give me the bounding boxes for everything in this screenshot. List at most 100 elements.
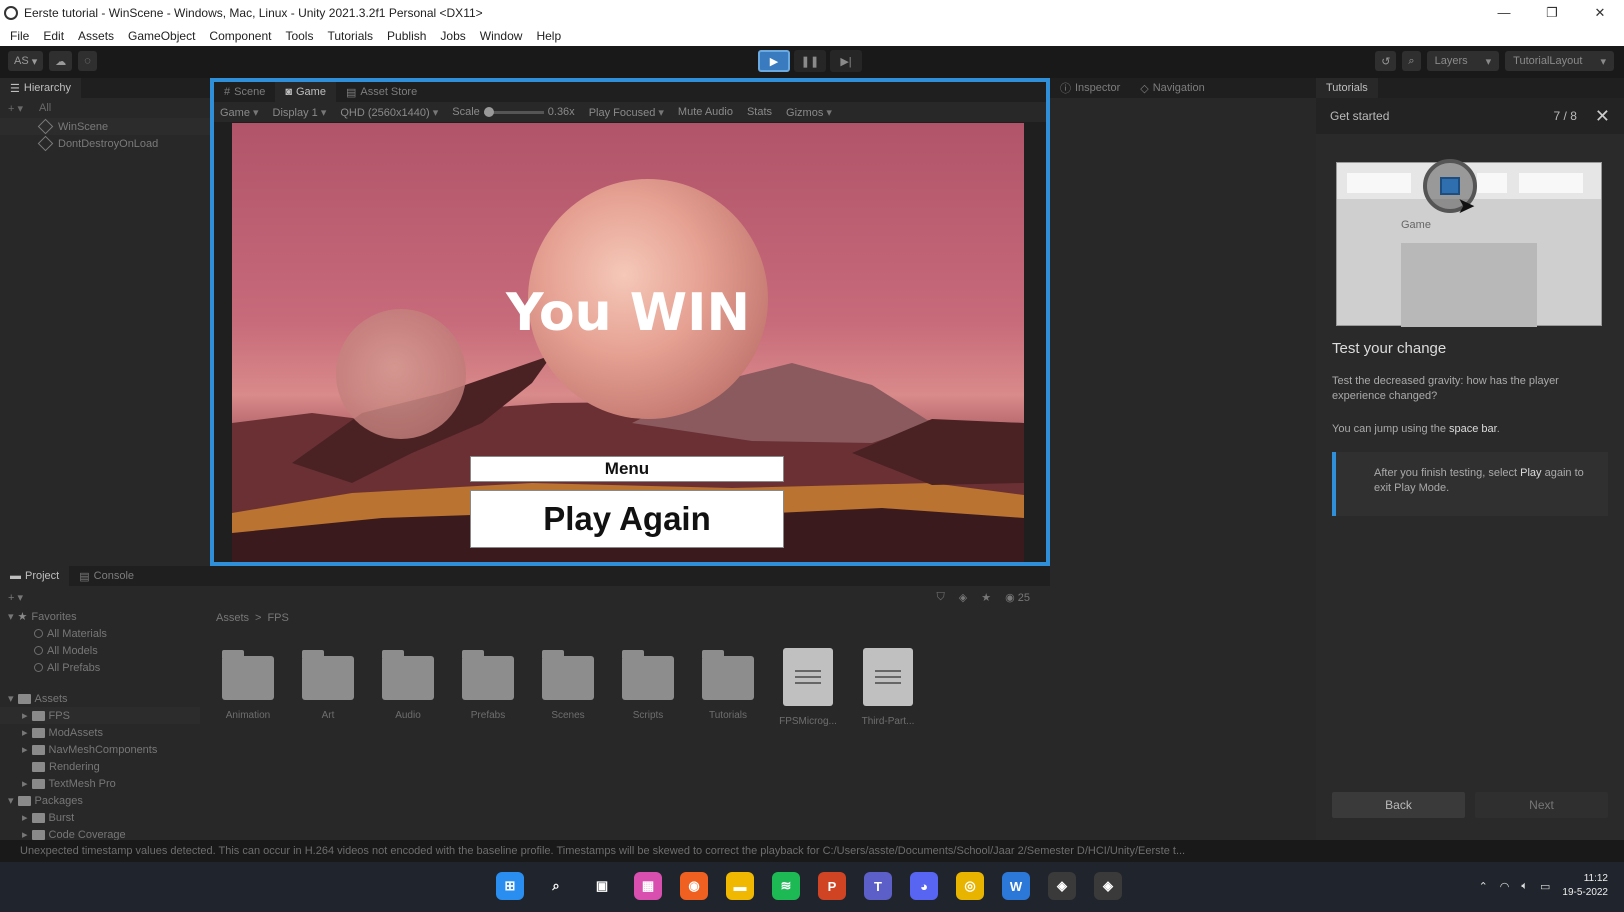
tab-game[interactable]: ◙ Game <box>275 82 336 102</box>
search-button[interactable]: ⌕ <box>1402 51 1421 71</box>
close-icon[interactable]: ✕ <box>1595 106 1610 127</box>
tab-inspector[interactable]: ⓘ Inspector <box>1050 78 1130 98</box>
asset-item[interactable]: Art <box>302 648 354 727</box>
asset-item[interactable]: Tutorials <box>702 648 754 727</box>
battery-icon[interactable]: ▭ <box>1540 880 1550 893</box>
tree-item[interactable]: ▸ Burst <box>0 809 200 826</box>
asset-item[interactable]: FPSMicrog... <box>779 648 837 727</box>
tree-item[interactable]: All Prefabs <box>0 659 200 676</box>
spotify-icon[interactable]: ≋ <box>772 872 800 900</box>
visibility-count[interactable]: ◉ 25 <box>1005 591 1030 604</box>
task-view-icon[interactable]: ▣ <box>588 872 616 900</box>
play-again-button[interactable]: Play Again <box>470 490 784 548</box>
hierarchy-item-dontdestroy[interactable]: DontDestroyOnLoad <box>0 135 210 152</box>
unity-hub-icon[interactable]: ◈ <box>1048 872 1076 900</box>
tree-item[interactable]: ▸ NavMeshComponents <box>0 741 200 758</box>
teams-icon[interactable]: T <box>864 872 892 900</box>
display-dropdown[interactable]: Display 1 <box>273 106 327 119</box>
breadcrumb-fps[interactable]: FPS <box>267 612 288 624</box>
tree-item[interactable]: All Materials <box>0 625 200 642</box>
wifi-icon[interactable]: ◠ <box>1500 880 1510 893</box>
scale-slider[interactable] <box>483 106 544 117</box>
menu-edit[interactable]: Edit <box>43 29 64 43</box>
restore-button[interactable]: ❐ <box>1528 0 1576 25</box>
asset-item[interactable]: Scripts <box>622 648 674 727</box>
tree-item[interactable]: All Models <box>0 642 200 659</box>
asset-item[interactable]: Third-Part... <box>862 648 914 727</box>
close-button[interactable]: ✕ <box>1576 0 1624 25</box>
tab-asset-store[interactable]: ▤ Asset Store <box>336 82 427 102</box>
menu-window[interactable]: Window <box>480 29 523 43</box>
menu-component[interactable]: Component <box>209 29 271 43</box>
layout-dropdown[interactable]: TutorialLayout ▾ <box>1505 51 1614 71</box>
menu-file[interactable]: File <box>10 29 29 43</box>
word-icon[interactable]: W <box>1002 872 1030 900</box>
unity-editor-icon[interactable]: ◈ <box>1094 872 1122 900</box>
mute-audio-toggle[interactable]: Mute Audio <box>678 106 733 118</box>
label-icon[interactable]: ◈ <box>959 591 967 604</box>
asset-item[interactable]: Prefabs <box>462 648 514 727</box>
cloud-button[interactable]: ☁ <box>49 51 73 71</box>
menu-tools[interactable]: Tools <box>285 29 313 43</box>
back-button[interactable]: Back <box>1332 792 1465 818</box>
tab-navigation[interactable]: ◇ Navigation <box>1130 78 1214 98</box>
tree-item[interactable]: ▸ FPS <box>0 707 200 724</box>
menu-button[interactable]: Menu <box>470 456 784 482</box>
layers-dropdown[interactable]: Layers ▾ <box>1426 51 1500 71</box>
tree-item[interactable]: ▸ ModAssets <box>0 724 200 741</box>
volume-icon[interactable]: 🔈︎ <box>1521 880 1528 893</box>
menu-gameobject[interactable]: GameObject <box>128 29 195 43</box>
minimize-button[interactable]: — <box>1480 0 1528 25</box>
collab-button[interactable]: ◌ <box>78 51 97 71</box>
discord-icon[interactable]: ◕ <box>910 872 938 900</box>
menu-help[interactable]: Help <box>536 29 561 43</box>
tree-item[interactable]: Rendering <box>0 758 200 775</box>
create-icon[interactable]: + ▾ <box>8 591 23 604</box>
add-icon[interactable]: + ▾ <box>8 102 23 115</box>
search-icon[interactable]: ⌕ <box>542 872 570 900</box>
tab-project[interactable]: ▬ Project <box>0 566 70 586</box>
menu-tutorials[interactable]: Tutorials <box>327 29 373 43</box>
clock[interactable]: 11:12 19-5-2022 <box>1562 872 1608 900</box>
chevron-up-icon[interactable]: ⌃ <box>1479 880 1488 893</box>
tree-favorites[interactable]: ▾ ★ Favorites <box>0 608 200 625</box>
play-focused-dropdown[interactable]: Play Focused <box>589 106 664 119</box>
origin-icon[interactable]: ◉ <box>680 872 708 900</box>
resolution-dropdown[interactable]: QHD (2560x1440) <box>340 106 438 119</box>
tab-hierarchy[interactable]: ☰ Hierarchy <box>0 78 81 98</box>
stats-toggle[interactable]: Stats <box>747 106 772 118</box>
menu-publish[interactable]: Publish <box>387 29 426 43</box>
menu-assets[interactable]: Assets <box>78 29 114 43</box>
file-explorer-icon[interactable]: ▬ <box>726 872 754 900</box>
breadcrumb-assets[interactable]: Assets <box>216 612 249 624</box>
hierarchy-item-winscene[interactable]: WinScene <box>0 118 210 135</box>
asset-item[interactable]: Scenes <box>542 648 594 727</box>
asset-item[interactable]: Animation <box>222 648 274 727</box>
tab-scene[interactable]: # Scene <box>214 82 275 102</box>
menu-jobs[interactable]: Jobs <box>440 29 465 43</box>
star-icon[interactable]: ★ <box>981 591 991 604</box>
tree-item[interactable]: ▸ TextMesh Pro <box>0 775 200 792</box>
asset-item[interactable]: Audio <box>382 648 434 727</box>
step-button[interactable]: ▶| <box>830 50 862 72</box>
display-mode-dropdown[interactable]: Game <box>220 106 259 119</box>
tree-packages[interactable]: ▾ Packages <box>0 792 200 809</box>
chrome-icon[interactable]: ◎ <box>956 872 984 900</box>
cloud-icon: ☁ <box>55 55 67 68</box>
windows-start-icon[interactable]: ⊞ <box>496 872 524 900</box>
history-button[interactable]: ↺ <box>1375 51 1397 71</box>
tree-assets[interactable]: ▾ Assets <box>0 690 200 707</box>
gizmos-dropdown[interactable]: Gizmos <box>786 106 832 119</box>
filter-icon[interactable]: ⛉ <box>937 591 945 604</box>
play-button[interactable]: ▶ <box>758 50 790 72</box>
powerpoint-icon[interactable]: P <box>818 872 846 900</box>
status-bar[interactable]: Unexpected timestamp values detected. Th… <box>0 840 1624 862</box>
pause-button[interactable]: ❚❚ <box>794 50 826 72</box>
scale-control[interactable]: Scale 0.36x <box>452 106 574 118</box>
account-dropdown[interactable]: AS ▾ <box>8 51 44 71</box>
tab-console[interactable]: ▤ Console <box>69 566 144 586</box>
hierarchy-search[interactable]: All <box>39 102 51 114</box>
photos-icon[interactable]: ▦ <box>634 872 662 900</box>
next-button[interactable]: Next <box>1475 792 1608 818</box>
tab-tutorials[interactable]: Tutorials <box>1316 78 1378 98</box>
